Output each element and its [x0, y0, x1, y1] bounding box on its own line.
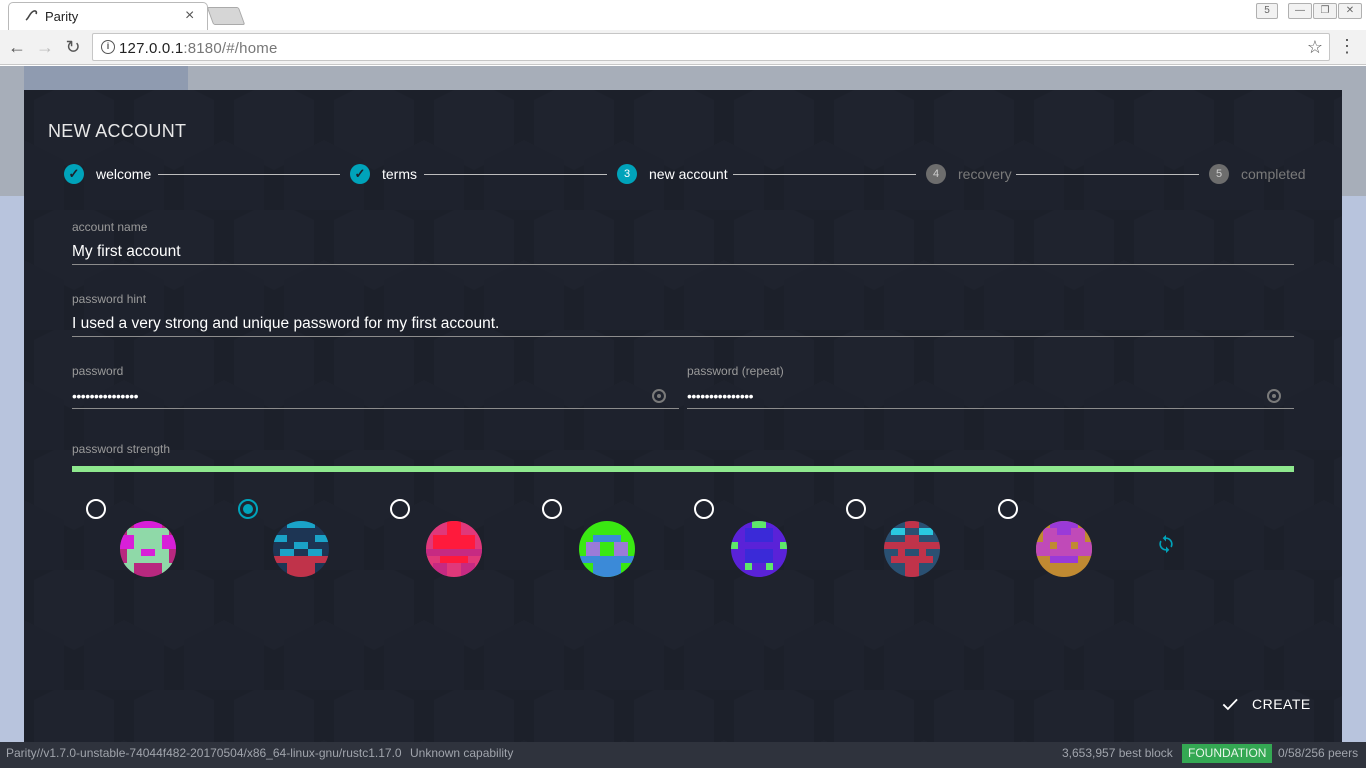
identicon-4[interactable]: [579, 521, 635, 577]
back-arrow-icon[interactable]: ←: [6, 36, 28, 58]
browser-tab[interactable]: Parity ×: [8, 2, 208, 30]
account-name-input[interactable]: My first account: [72, 243, 181, 261]
step-label: recovery: [958, 166, 1012, 182]
step-terms: ✓ terms: [350, 164, 417, 184]
browser-toolbar: ← → ↻ i 127.0.0.1:8180/#/home ☆ ⋮: [0, 30, 1366, 65]
browser-tabstrip: Parity × 5 — ❐ ✕: [0, 0, 1366, 30]
check-circle-icon: ✓: [64, 164, 84, 184]
step-number: 3: [617, 164, 637, 184]
close-window-button[interactable]: ✕: [1338, 3, 1362, 19]
url-text[interactable]: 127.0.0.1:8180/#/home: [119, 40, 278, 57]
password-strength-bar: [72, 466, 1294, 472]
minimize-button[interactable]: —: [1288, 3, 1312, 19]
password-strength-label: password strength: [72, 442, 171, 456]
step-new-account: 3 new account: [617, 164, 728, 184]
password-repeat-label: password (repeat): [687, 364, 784, 378]
new-tab-button[interactable]: [206, 7, 246, 25]
modal-title: NEW ACCOUNT: [48, 121, 187, 141]
step-connector: [158, 174, 340, 175]
password-repeat-underline: [687, 408, 1294, 409]
identicon-5[interactable]: [731, 521, 787, 577]
forward-arrow-icon[interactable]: →: [34, 36, 56, 58]
step-label: terms: [382, 166, 417, 182]
password-repeat-input[interactable]: •••••••••••••••: [687, 388, 754, 404]
step-recovery: 4 recovery: [926, 164, 1012, 184]
step-completed: 5 completed: [1209, 164, 1306, 184]
identicon-radio-3[interactable]: [390, 499, 410, 519]
account-name-underline: [72, 264, 1294, 265]
step-label: welcome: [96, 166, 152, 182]
identicon-6[interactable]: [884, 521, 940, 577]
tab-title: Parity: [45, 9, 79, 24]
identicon-2[interactable]: [273, 521, 329, 577]
maximize-button[interactable]: ❐: [1313, 3, 1337, 19]
step-welcome: ✓ welcome: [64, 164, 151, 184]
account-name-label: account name: [72, 220, 148, 234]
close-tab-icon[interactable]: ×: [185, 7, 194, 25]
identicon-3[interactable]: [426, 521, 482, 577]
profile-icon[interactable]: 5: [1256, 3, 1278, 19]
step-connector: [424, 174, 607, 175]
create-label: CREATE: [1252, 696, 1311, 712]
step-connector: [1016, 174, 1199, 175]
parity-favicon-icon: [25, 9, 41, 23]
identicon-radio-5[interactable]: [694, 499, 714, 519]
best-block-text: 3,653,957 best block: [1062, 746, 1173, 760]
password-strength-fill: [72, 466, 1294, 472]
identicon-radio-1[interactable]: [86, 499, 106, 519]
identicon-1[interactable]: [120, 521, 176, 577]
step-connector: [733, 174, 916, 175]
password-underline: [72, 408, 679, 409]
bookmark-star-icon[interactable]: ☆: [1307, 37, 1323, 58]
password-input[interactable]: •••••••••••••••: [72, 388, 139, 404]
step-number: 4: [926, 164, 946, 184]
address-bar[interactable]: i 127.0.0.1:8180/#/home ☆: [92, 33, 1330, 61]
browser-menu-icon[interactable]: ⋮: [1338, 36, 1356, 57]
identicon-radio-4[interactable]: [542, 499, 562, 519]
step-label: new account: [649, 166, 728, 182]
show-password-icon[interactable]: [652, 389, 666, 403]
check-icon: [1222, 698, 1238, 711]
reload-icon[interactable]: ↻: [62, 36, 84, 58]
password-hint-label: password hint: [72, 292, 147, 306]
hexagon-pattern-background: [24, 90, 1342, 744]
step-number: 5: [1209, 164, 1229, 184]
identicon-radio-6[interactable]: [846, 499, 866, 519]
step-label: completed: [1241, 166, 1306, 182]
chain-badge: FOUNDATION: [1182, 744, 1273, 763]
show-password-repeat-icon[interactable]: [1267, 389, 1281, 403]
refresh-identicons-icon[interactable]: [1156, 534, 1176, 554]
password-hint-underline: [72, 336, 1294, 337]
check-circle-icon: ✓: [350, 164, 370, 184]
peers-text: 0/58/256 peers: [1278, 746, 1359, 760]
identicon-7[interactable]: [1036, 521, 1092, 577]
password-hint-input[interactable]: I used a very strong and unique password…: [72, 315, 499, 333]
identicon-radio-2[interactable]: [238, 499, 258, 519]
capability-text: Unknown capability: [410, 746, 514, 760]
version-text: Parity//v1.7.0-unstable-74044f482-201705…: [6, 746, 402, 760]
info-icon[interactable]: i: [101, 40, 115, 54]
create-button[interactable]: CREATE: [1220, 692, 1311, 716]
new-account-modal: NEW ACCOUNT ✓ welcome ✓ terms 3 new acco…: [24, 90, 1342, 744]
password-label: password: [72, 364, 124, 378]
status-bar: Parity//v1.7.0-unstable-74044f482-201705…: [0, 742, 1366, 768]
identicon-radio-7[interactable]: [998, 499, 1018, 519]
